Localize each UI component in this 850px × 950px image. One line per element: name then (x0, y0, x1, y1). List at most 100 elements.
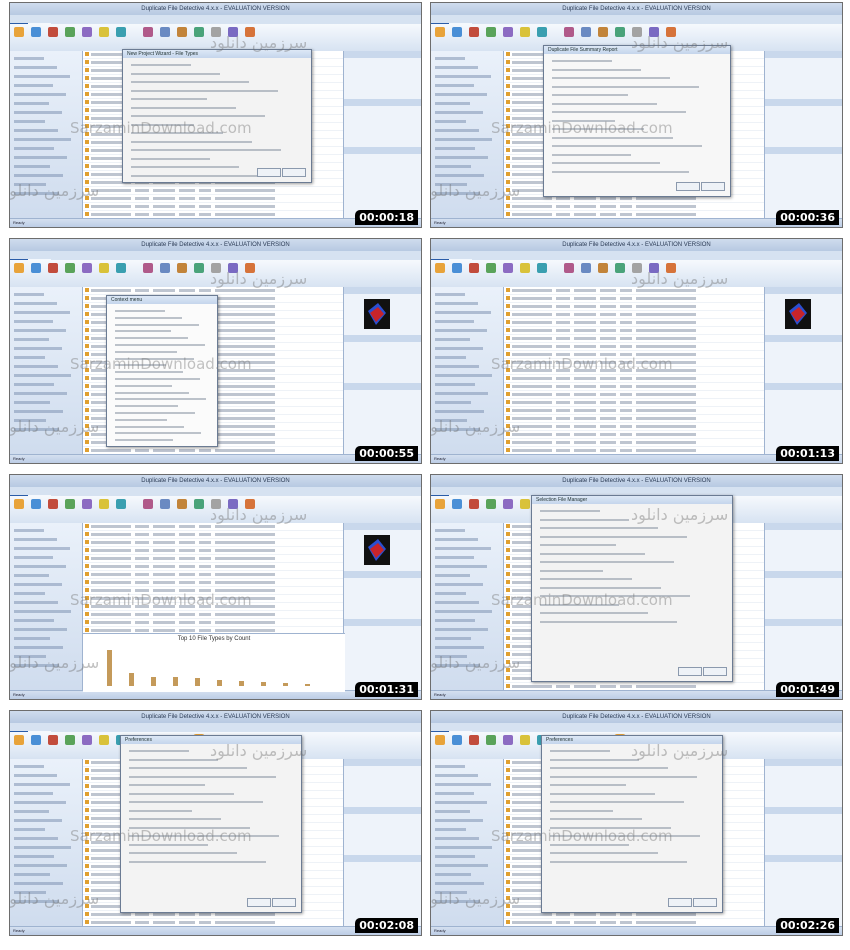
menu-item[interactable] (115, 330, 171, 333)
ribbon-button-icon[interactable] (160, 263, 170, 273)
new-project-wizard-dialog[interactable]: New Project Wizard - File Types (122, 49, 312, 183)
ribbon-button-icon[interactable] (666, 27, 676, 37)
ribbon-button-icon[interactable] (469, 263, 479, 273)
ok-button[interactable] (257, 168, 281, 177)
table-row[interactable] (504, 359, 764, 367)
ribbon-button-icon[interactable] (48, 263, 58, 273)
ribbon-button-icon[interactable] (503, 499, 513, 509)
menu-item[interactable] (115, 391, 189, 394)
table-row[interactable] (504, 327, 764, 335)
ribbon-button-icon[interactable] (48, 27, 58, 37)
menu-item[interactable] (115, 384, 172, 387)
table-row[interactable] (83, 531, 343, 539)
menu-item[interactable] (115, 344, 205, 346)
ribbon-button-icon[interactable] (452, 499, 462, 509)
menu-item[interactable] (115, 371, 183, 374)
table-row[interactable] (83, 523, 343, 531)
ribbon-button-icon[interactable] (666, 263, 676, 273)
ribbon-button-icon[interactable] (14, 27, 24, 37)
ribbon-button-icon[interactable] (537, 27, 547, 37)
ribbon-button-icon[interactable] (245, 263, 255, 273)
table-row[interactable] (504, 423, 764, 431)
ribbon-button-icon[interactable] (82, 499, 92, 509)
ribbon-button-icon[interactable] (564, 263, 574, 273)
ribbon-button-icon[interactable] (177, 499, 187, 509)
table-row[interactable] (83, 579, 343, 587)
ok-button[interactable] (668, 898, 692, 907)
table-row[interactable] (504, 303, 764, 311)
ribbon-button-icon[interactable] (31, 27, 41, 37)
ribbon-button-icon[interactable] (82, 263, 92, 273)
ribbon-button-icon[interactable] (469, 27, 479, 37)
ribbon-button-icon[interactable] (194, 499, 204, 509)
table-row[interactable] (504, 311, 764, 319)
context-menu[interactable]: Context menu (106, 295, 218, 447)
ribbon-button-icon[interactable] (65, 263, 75, 273)
ribbon-button-icon[interactable] (48, 499, 58, 509)
ribbon-button-icon[interactable] (65, 27, 75, 37)
cancel-button[interactable] (693, 898, 717, 907)
menu-item[interactable] (115, 439, 173, 442)
table-row[interactable] (504, 415, 764, 423)
table-row[interactable] (83, 547, 343, 555)
ribbon-button-icon[interactable] (520, 263, 530, 273)
ribbon-button-icon[interactable] (82, 27, 92, 37)
ribbon-button-icon[interactable] (31, 735, 41, 745)
ribbon-button-icon[interactable] (194, 263, 204, 273)
menu-item[interactable] (115, 425, 184, 428)
ribbon-button-icon[interactable] (65, 499, 75, 509)
ribbon-button-icon[interactable] (649, 27, 659, 37)
table-row[interactable] (504, 351, 764, 359)
table-row[interactable] (504, 203, 764, 211)
table-row[interactable] (83, 195, 343, 203)
table-row[interactable] (83, 563, 343, 571)
ribbon-button-icon[interactable] (14, 735, 24, 745)
table-row[interactable] (504, 367, 764, 375)
ribbon-button-icon[interactable] (503, 263, 513, 273)
table-row[interactable] (504, 287, 764, 295)
table-row[interactable] (504, 375, 764, 383)
ribbon-button-icon[interactable] (228, 263, 238, 273)
cancel-button[interactable] (703, 667, 727, 676)
menu-item[interactable] (115, 316, 182, 319)
menu-item[interactable] (115, 432, 201, 435)
ribbon-button-icon[interactable] (48, 735, 58, 745)
ribbon-button-icon[interactable] (435, 735, 445, 745)
ribbon-button-icon[interactable] (520, 499, 530, 509)
ribbon-button-icon[interactable] (228, 27, 238, 37)
table-row[interactable] (83, 539, 343, 547)
preferences-dialog[interactable]: Preferences (120, 735, 302, 913)
ribbon-button-icon[interactable] (452, 27, 462, 37)
menu-item[interactable] (115, 418, 167, 421)
ribbon-button-icon[interactable] (82, 735, 92, 745)
ribbon-button-icon[interactable] (31, 263, 41, 273)
menu-item[interactable] (115, 364, 166, 367)
ribbon-button-icon[interactable] (537, 263, 547, 273)
menu-item[interactable] (115, 337, 188, 340)
ribbon-button-icon[interactable] (632, 27, 642, 37)
ribbon-button-icon[interactable] (143, 499, 153, 509)
table-row[interactable] (504, 391, 764, 399)
ribbon-button-icon[interactable] (452, 263, 462, 273)
table-row[interactable] (504, 383, 764, 391)
ribbon-button-icon[interactable] (486, 735, 496, 745)
ribbon-button-icon[interactable] (99, 499, 109, 509)
ribbon-button-icon[interactable] (160, 499, 170, 509)
ribbon-button-icon[interactable] (31, 499, 41, 509)
preferences-dialog[interactable]: Preferences (541, 735, 723, 913)
ribbon-button-icon[interactable] (520, 735, 530, 745)
ribbon-button-icon[interactable] (14, 263, 24, 273)
ribbon-button-icon[interactable] (99, 263, 109, 273)
ribbon-button-icon[interactable] (435, 27, 445, 37)
ribbon-button-icon[interactable] (211, 27, 221, 37)
ribbon-button-icon[interactable] (469, 499, 479, 509)
ribbon-button-icon[interactable] (194, 27, 204, 37)
ribbon-button-icon[interactable] (211, 263, 221, 273)
ribbon-button-icon[interactable] (435, 263, 445, 273)
ribbon-button-icon[interactable] (211, 499, 221, 509)
ok-button[interactable] (247, 898, 271, 907)
table-row[interactable] (83, 187, 343, 195)
cancel-button[interactable] (701, 182, 725, 191)
table-row[interactable] (504, 295, 764, 303)
ribbon-button-icon[interactable] (486, 499, 496, 509)
